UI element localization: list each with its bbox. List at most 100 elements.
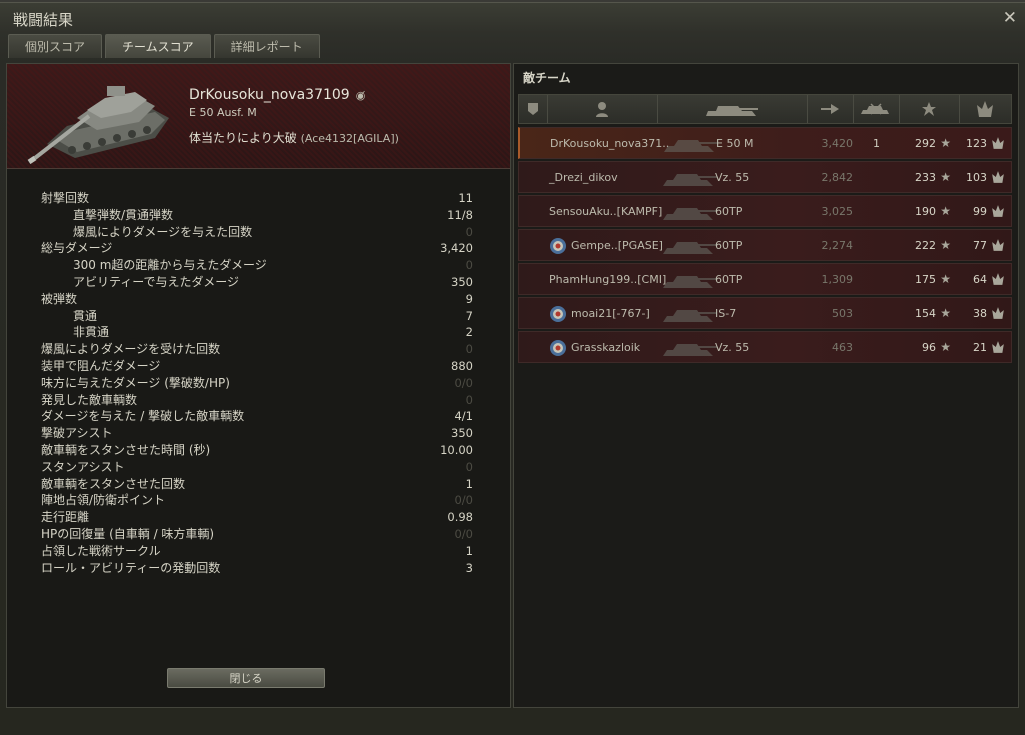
stat-label: 敵車輌をスタンさせた時間 (秒)	[41, 442, 211, 457]
stat-label: 敵車輌をスタンさせた回数	[41, 476, 186, 491]
stat-row: 非貫通 2	[41, 324, 473, 341]
row-player-name: Gempe..[PGASE]	[571, 239, 663, 252]
row-damage: 463	[832, 341, 853, 354]
rank-icon	[977, 101, 993, 117]
row-tank-name: Vz. 55	[715, 341, 750, 354]
tab-detailed-report[interactable]: 詳細レポート	[213, 34, 320, 58]
stat-value: 1	[465, 476, 473, 491]
star-icon: ★	[940, 238, 951, 252]
window-title: 戦闘結果	[13, 11, 74, 29]
column-points[interactable]	[959, 95, 1011, 123]
column-squad[interactable]	[519, 95, 548, 123]
star-icon	[922, 102, 936, 116]
stat-row: 敵車輌をスタンさせた時間 (秒) 10.00	[41, 442, 473, 459]
row-points: 123	[966, 137, 987, 150]
row-tank-name: E 50 M	[716, 137, 754, 150]
row-experience: 222	[915, 239, 936, 252]
row-experience: 233	[915, 171, 936, 184]
stat-row: 陣地占領/防衛ポイント 0/0	[41, 492, 473, 509]
team-row[interactable]: SensouAku..[KAMPF] 60TP 3,025 190 ★ 99	[518, 195, 1012, 227]
stat-label: 爆風によりダメージを受けた回数	[41, 342, 221, 357]
star-icon: ★	[940, 204, 951, 218]
team-row[interactable]: DrKousoku_nova371.. E 50 M 3,420 1 292 ★ 123	[518, 127, 1012, 159]
player-detail-panel: DrKousoku_nova37109 ◉̸ E 50 Ausf. M 体当たりに…	[6, 63, 511, 708]
stat-row: 爆風によりダメージを与えた回数 0	[41, 224, 473, 241]
stat-value: 350	[451, 426, 473, 441]
row-experience: 175	[915, 273, 936, 286]
row-tank-name: 60TP	[715, 205, 743, 218]
stat-label: 走行距離	[41, 510, 90, 525]
stat-value: 4/1	[454, 409, 473, 424]
star-icon: ★	[940, 170, 951, 184]
battle-results-window: 戦闘結果 ✕ 個別スコア チームスコア 詳細レポート DrKousoku_nov…	[0, 2, 1025, 735]
stat-row: 敵車輌をスタンさせた回数 1	[41, 476, 473, 493]
team-row[interactable]: Grasskazloik Vz. 55 463 96 ★ 21	[518, 331, 1012, 363]
stat-label: 陣地占領/防衛ポイント	[41, 493, 166, 508]
row-player-name: _Drezi_dikov	[549, 171, 618, 184]
stat-value: 3	[465, 560, 473, 575]
team-title: 敵チーム	[523, 71, 571, 85]
stat-row: 走行距離 0.98	[41, 509, 473, 526]
stat-value: 0	[465, 342, 473, 357]
team-row[interactable]: _Drezi_dikov Vz. 55 2,842 233 ★ 103	[518, 161, 1012, 193]
stat-label: 直撃弾数/貫通弾数	[73, 207, 174, 222]
stat-label: 装甲で阻んだダメージ	[41, 358, 161, 373]
stat-value: 0	[465, 258, 473, 273]
row-damage: 1,309	[821, 273, 854, 286]
stat-label: 被弾数	[41, 291, 78, 306]
column-player[interactable]	[547, 95, 658, 123]
column-kills[interactable]	[853, 95, 900, 123]
row-experience: 96	[922, 341, 936, 354]
column-damage[interactable]	[807, 95, 854, 123]
row-tank-name: Vz. 55	[715, 171, 750, 184]
team-row[interactable]: Gempe..[PGASE] 60TP 2,274 222 ★ 77	[518, 229, 1012, 261]
stat-value: 0.98	[447, 510, 473, 525]
row-points: 64	[973, 273, 987, 286]
stat-value: 0	[465, 459, 473, 474]
stat-label: 総与ダメージ	[41, 241, 113, 256]
stat-value: 9	[465, 291, 473, 306]
close-button[interactable]: 閉じる	[167, 668, 325, 688]
hidden-eye-icon: ◉̸	[355, 89, 366, 102]
stat-label: 非貫通	[73, 325, 110, 340]
star-icon: ★	[940, 136, 951, 150]
stat-row: スタンアシスト 0	[41, 459, 473, 476]
tab-bar: 個別スコア チームスコア 詳細レポート	[8, 34, 320, 58]
rank-icon	[990, 306, 1006, 323]
close-icon[interactable]: ✕	[1003, 8, 1017, 28]
rank-icon	[990, 136, 1006, 153]
stat-value: 0/0	[454, 493, 473, 508]
row-tank-name: IS-7	[715, 307, 737, 320]
stat-row: 射撃回数 11	[41, 190, 473, 207]
stat-row: 占領した戦術サークル 1	[41, 543, 473, 560]
tab-personal-score[interactable]: 個別スコア	[8, 34, 103, 58]
clan-emblem-icon	[550, 340, 566, 356]
tab-team-score[interactable]: チームスコア	[105, 34, 211, 58]
column-vehicle[interactable]	[657, 95, 808, 123]
stat-label: 爆風によりダメージを与えた回数	[73, 224, 253, 239]
tank-silhouette-icon	[663, 208, 717, 220]
stat-row: 貫通 7	[41, 308, 473, 325]
row-points: 99	[973, 205, 987, 218]
row-experience: 154	[915, 307, 936, 320]
clan-emblem-icon	[550, 306, 566, 322]
rank-icon	[990, 272, 1006, 289]
team-row[interactable]: moai21[-767-] IS-7 503 154 ★ 38	[518, 297, 1012, 329]
stat-value: 880	[451, 358, 473, 373]
row-player-name: DrKousoku_nova371..	[550, 137, 670, 150]
team-table-header	[518, 94, 1012, 124]
player-name: DrKousoku_nova37109 ◉̸	[189, 87, 366, 103]
stat-label: 射撃回数	[41, 191, 90, 205]
column-experience[interactable]	[899, 95, 960, 123]
stat-row: 発見した敵車輌数 0	[41, 392, 473, 409]
row-tank-name: 60TP	[715, 273, 743, 286]
stat-value: 3,420	[440, 241, 473, 256]
stat-row: 直撃弾数/貫通弾数 11/8	[41, 207, 473, 224]
row-damage: 3,420	[821, 137, 854, 150]
player-tank: E 50 Ausf. M	[189, 106, 257, 119]
row-player-name: moai21[-767-]	[571, 307, 650, 320]
stat-value: 2	[465, 325, 473, 340]
rank-icon	[990, 170, 1006, 187]
tank-image	[27, 86, 169, 164]
team-row[interactable]: PhamHung199..[CMI] 60TP 1,309 175 ★ 64	[518, 263, 1012, 295]
